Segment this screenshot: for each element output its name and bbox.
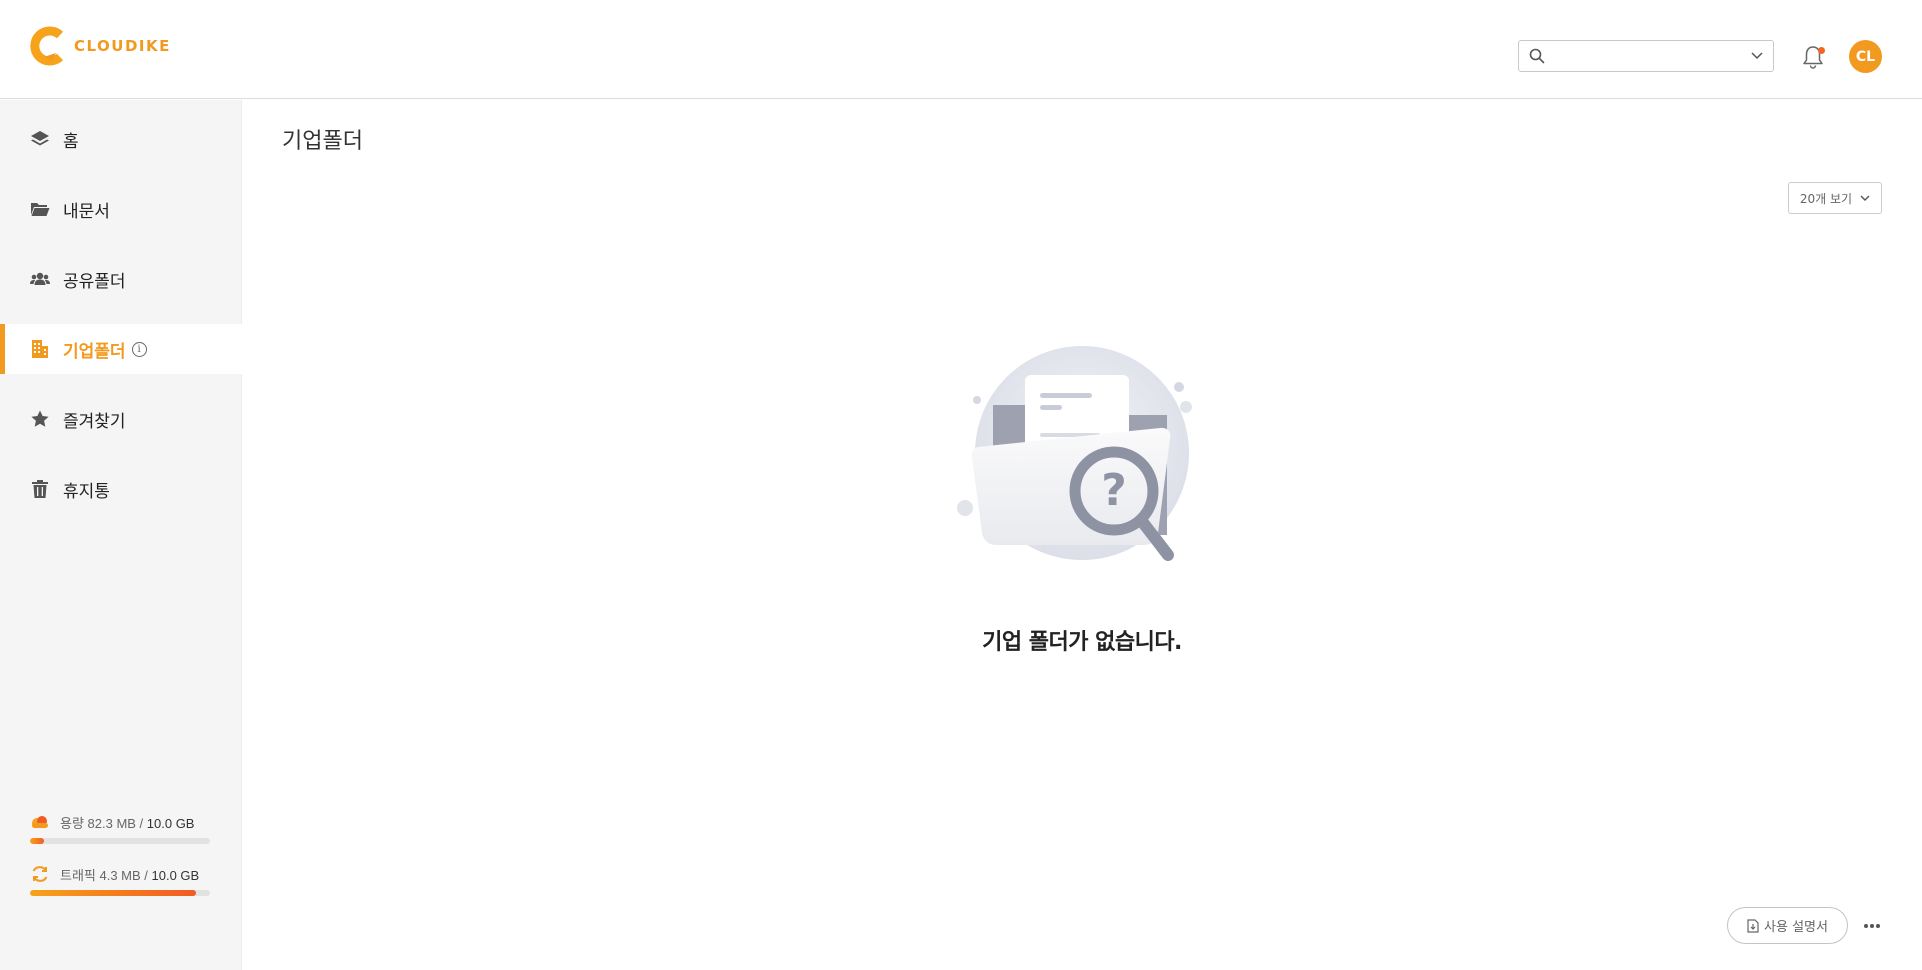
chevron-down-icon[interactable]	[1751, 52, 1763, 60]
sidebar-item-my-documents[interactable]: 내문서	[0, 184, 242, 234]
cloudike-logo[interactable]: CLOUDIKE	[30, 26, 171, 66]
storage-usage: 용량 82.3 MB / 10.0 GB	[30, 812, 212, 844]
user-manual-button[interactable]: 사용 설명서	[1727, 907, 1848, 944]
trash-icon	[30, 479, 50, 499]
traffic-usage: 트래픽 4.3 MB / 10.0 GB	[30, 864, 212, 896]
search-box[interactable]	[1518, 40, 1774, 72]
app-header: CLOUDIKE CL	[0, 0, 1922, 99]
folder-open-icon	[30, 199, 50, 219]
cloud-icon	[32, 816, 48, 828]
sidebar-item-favorites[interactable]: 즐겨찾기	[0, 394, 242, 444]
storage-usage-label: 용량 82.3 MB / 10.0 GB	[60, 815, 195, 831]
sidebar-item-shared-folder[interactable]: 공유폴더	[0, 254, 242, 304]
chevron-down-icon	[1860, 195, 1870, 201]
empty-folder-search-icon: ?	[950, 345, 1210, 575]
user-manual-label: 사용 설명서	[1764, 920, 1828, 935]
notification-dot	[1818, 47, 1825, 54]
traffic-usage-label: 트래픽 4.3 MB / 10.0 GB	[60, 867, 200, 883]
user-avatar[interactable]: CL	[1849, 40, 1882, 73]
building-icon	[30, 339, 50, 359]
empty-state-message: 기업 폴더가 없습니다.	[982, 630, 1182, 655]
users-icon	[30, 269, 50, 289]
sidebar-item-label: 내문서	[63, 201, 110, 222]
sidebar: 홈 내문서 공유폴더 기업폴더 i 즐겨찾기 휴지통 용량 82.3 MB / …	[0, 100, 242, 970]
sidebar-item-label: 홈	[63, 131, 79, 152]
sidebar-item-label: 즐겨찾기	[63, 411, 126, 432]
sidebar-item-label: 공유폴더	[63, 271, 126, 292]
page-title: 기업폴더	[282, 129, 363, 154]
sidebar-item-label: 휴지통	[63, 481, 110, 502]
star-icon	[30, 409, 50, 429]
more-horizontal-icon[interactable]	[1862, 916, 1882, 936]
logo-text: CLOUDIKE	[74, 37, 171, 55]
search-input[interactable]	[1553, 48, 1751, 64]
per-page-label: 20개 보기	[1799, 191, 1853, 206]
layers-icon	[30, 129, 50, 149]
info-icon[interactable]: i	[131, 341, 147, 357]
sync-icon	[32, 866, 48, 882]
sidebar-item-home[interactable]: 홈	[0, 114, 242, 164]
svg-text:?: ?	[1101, 465, 1127, 516]
notifications-button[interactable]	[1800, 44, 1826, 70]
sidebar-item-trash[interactable]: 휴지통	[0, 464, 242, 514]
traffic-usage-fill	[30, 890, 196, 896]
cloudike-logo-icon	[30, 26, 64, 66]
storage-usage-bar	[30, 838, 210, 844]
storage-usage-fill	[30, 838, 45, 844]
sidebar-item-label: 기업폴더	[63, 341, 126, 362]
traffic-usage-bar	[30, 890, 210, 896]
search-icon	[1529, 48, 1545, 64]
document-icon	[1747, 918, 1759, 933]
sidebar-item-company-folder[interactable]: 기업폴더 i	[0, 324, 242, 374]
per-page-select[interactable]: 20개 보기	[1788, 182, 1882, 214]
